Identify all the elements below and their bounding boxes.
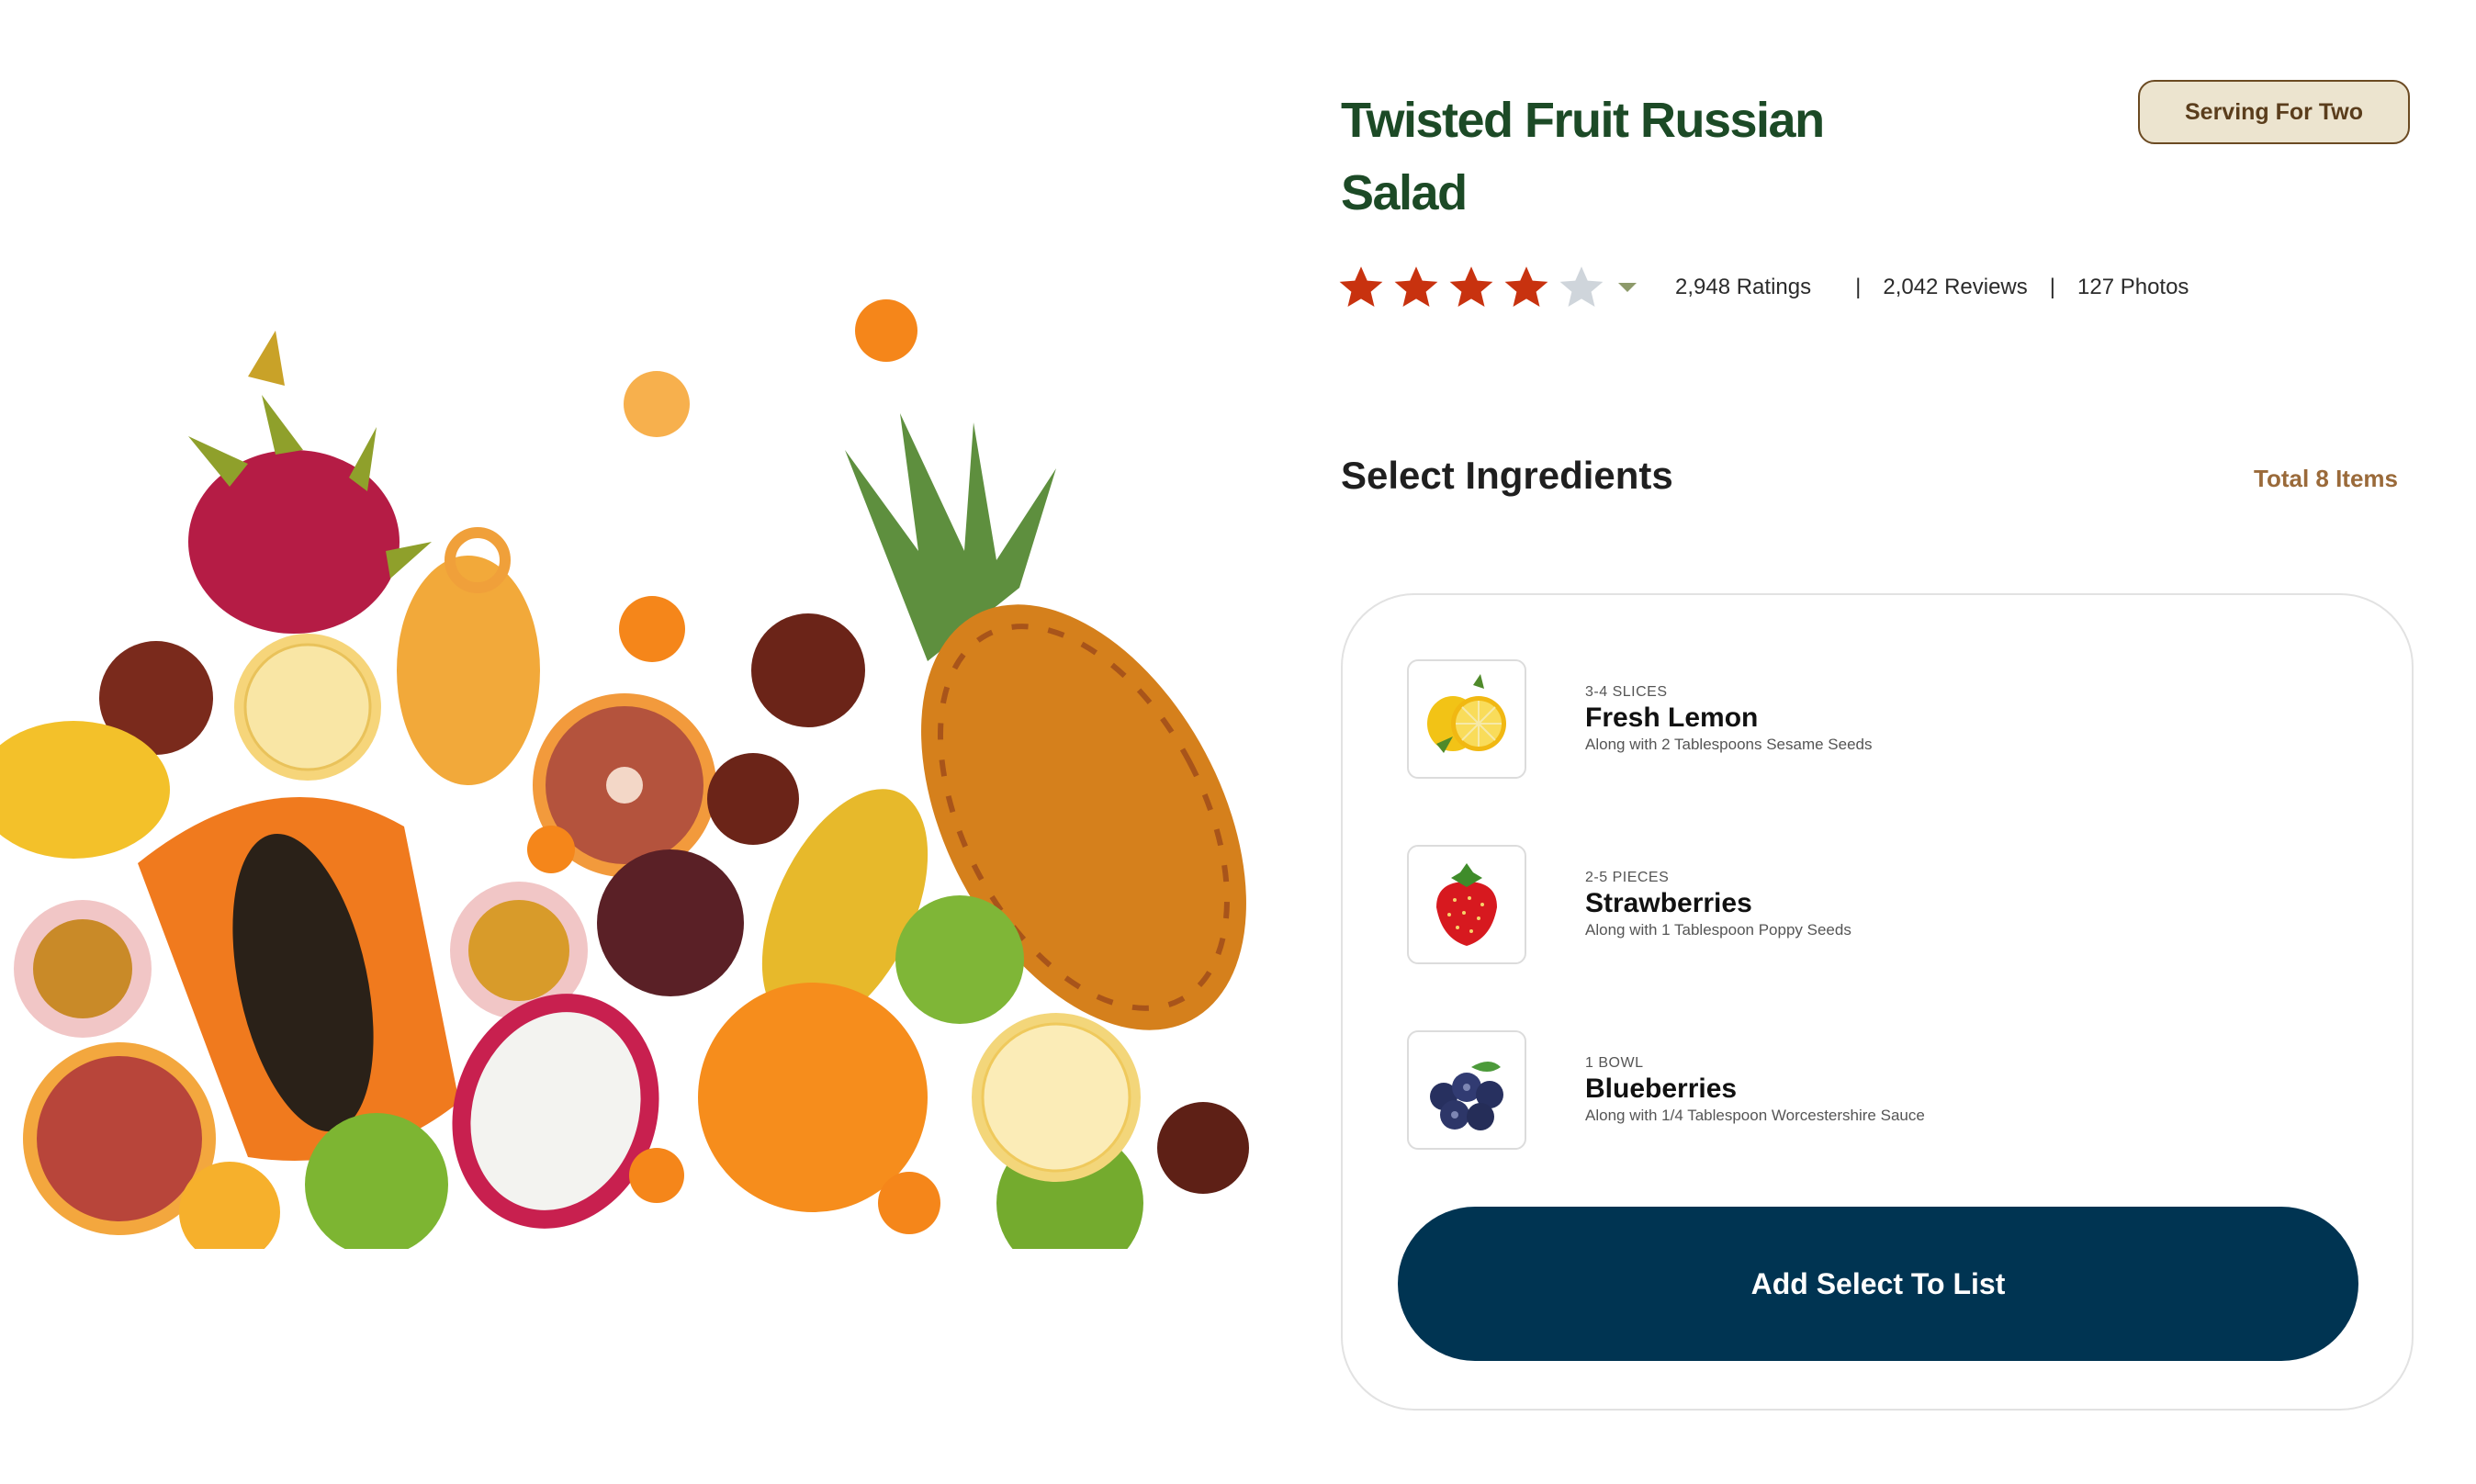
star-rating[interactable]: [1337, 264, 1675, 311]
ingredient-quantity: 1 BOWL: [1585, 1055, 1644, 1071]
star-icon-filled[interactable]: [1447, 264, 1495, 311]
ingredient-item-strawberries[interactable]: 2-5 PIECES Strawberries Along with 1 Tab…: [1407, 845, 2325, 966]
ingredient-item-blueberries[interactable]: 1 BOWL Blueberries Along with 1/4 Tables…: [1407, 1030, 2325, 1152]
add-to-list-button[interactable]: Add Select To List: [1398, 1207, 2358, 1361]
ingredient-item-lemon[interactable]: 3-4 SLICES Fresh Lemon Along with 2 Tabl…: [1407, 659, 2325, 781]
rating-row: 2,948 Ratings | 2,042 Reviews | 127 Phot…: [1337, 260, 2189, 315]
ratings-count[interactable]: 2,948 Ratings: [1675, 275, 1811, 300]
reviews-count[interactable]: 2,042 Reviews: [1883, 275, 2027, 300]
page-title: Twisted Fruit Russian Salad: [1341, 93, 1825, 220]
ingredient-note: Along with 1 Tablespoon Poppy Seeds: [1585, 921, 1851, 939]
hero-fruit-image: [0, 275, 1249, 1249]
chevron-down-icon[interactable]: [1616, 281, 1638, 294]
ingredient-note: Along with 1/4 Tablespoon Worcestershire…: [1585, 1107, 1925, 1124]
ingredient-name: Blueberries: [1585, 1074, 1738, 1104]
dragon-fruit-image: [188, 331, 432, 634]
ingredient-thumbnail: [1407, 845, 1526, 964]
star-icon-filled[interactable]: [1502, 264, 1550, 311]
blueberry-icon: [1430, 1062, 1503, 1130]
ingredient-quantity: 3-4 SLICES: [1585, 684, 1668, 700]
stat-separator: |: [2049, 275, 2055, 299]
lemon-icon: [1427, 674, 1506, 753]
ingredients-card: 3-4 SLICES Fresh Lemon Along with 2 Tabl…: [1341, 593, 2414, 1411]
ingredient-name: Fresh Lemon: [1585, 703, 1759, 733]
ingredient-note: Along with 2 Tablespoons Sesame Seeds: [1585, 736, 1873, 753]
serving-size-button[interactable]: Serving For Two: [2138, 80, 2410, 144]
star-icon-empty[interactable]: [1558, 264, 1605, 311]
ingredient-thumbnail: [1407, 1030, 1526, 1150]
photos-count[interactable]: 127 Photos: [2077, 275, 2189, 300]
ingredient-name: Strawberries: [1585, 888, 1752, 918]
total-items-count: Total 8 Items: [2254, 465, 2399, 492]
section-title-ingredients: Select Ingredients: [1341, 454, 1673, 497]
star-icon-filled[interactable]: [1392, 264, 1440, 311]
ingredient-quantity: 2-5 PIECES: [1585, 870, 1670, 885]
star-icon-filled[interactable]: [1337, 264, 1385, 311]
ingredient-thumbnail: [1407, 659, 1526, 779]
strawberry-icon: [1436, 863, 1497, 946]
stat-separator: |: [1855, 275, 1862, 299]
